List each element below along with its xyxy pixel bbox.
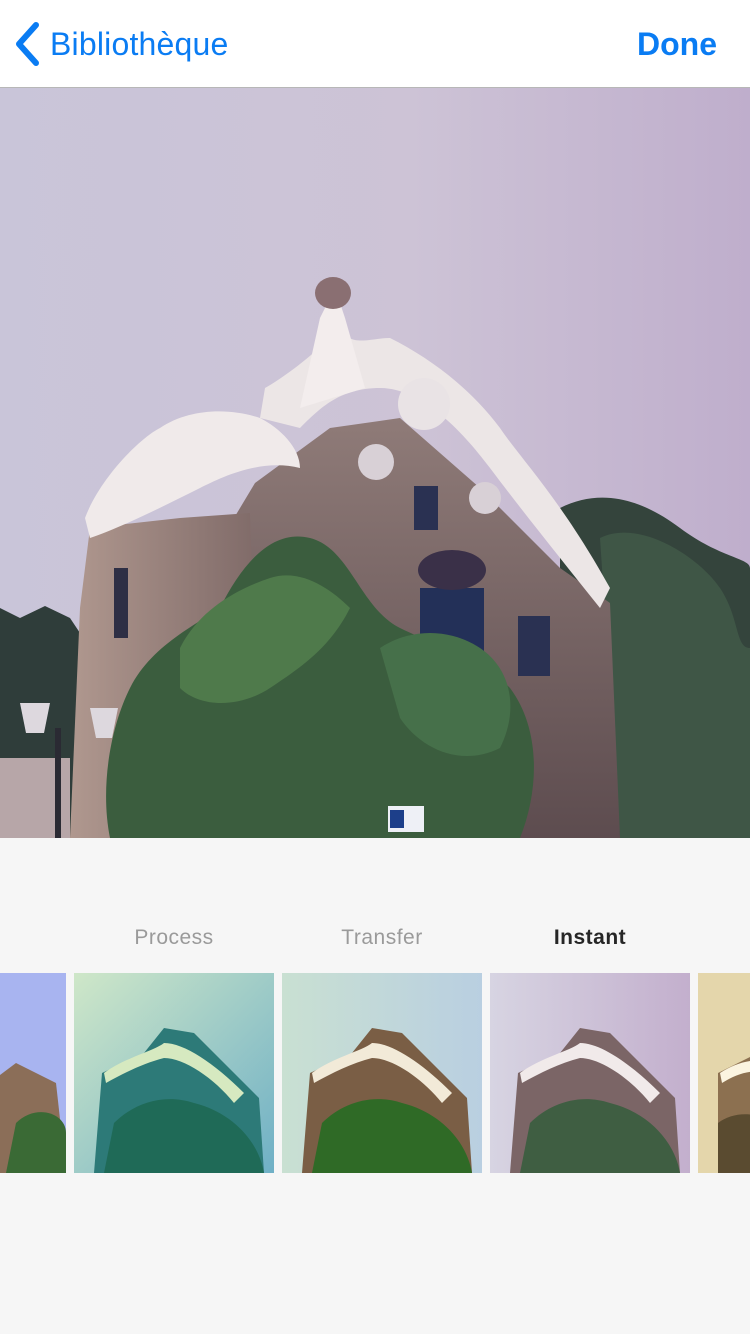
filter-thumbnail-instant[interactable] [490,973,690,1173]
chevron-left-icon [14,22,40,66]
navigation-bar: Bibliothèque Done [0,0,750,88]
done-button[interactable]: Done [637,22,717,66]
back-button[interactable]: Bibliothèque [14,20,229,68]
filter-label-transfer[interactable]: Transfer [341,918,422,958]
filter-thumbnail-process[interactable] [74,973,274,1173]
photo-preview [0,88,750,838]
filter-label-instant[interactable]: Instant [554,918,626,958]
filter-label-process[interactable]: Process [134,918,213,958]
filter-thumbnail-partial[interactable] [0,973,66,1173]
filter-thumbnail-next-partial[interactable] [698,973,750,1173]
filter-thumbnail-transfer[interactable] [282,973,482,1173]
filter-thumbnail-strip [0,973,750,1173]
back-button-label: Bibliothèque [50,25,229,62]
filter-label-strip: e Process Transfer Instant [0,918,750,958]
